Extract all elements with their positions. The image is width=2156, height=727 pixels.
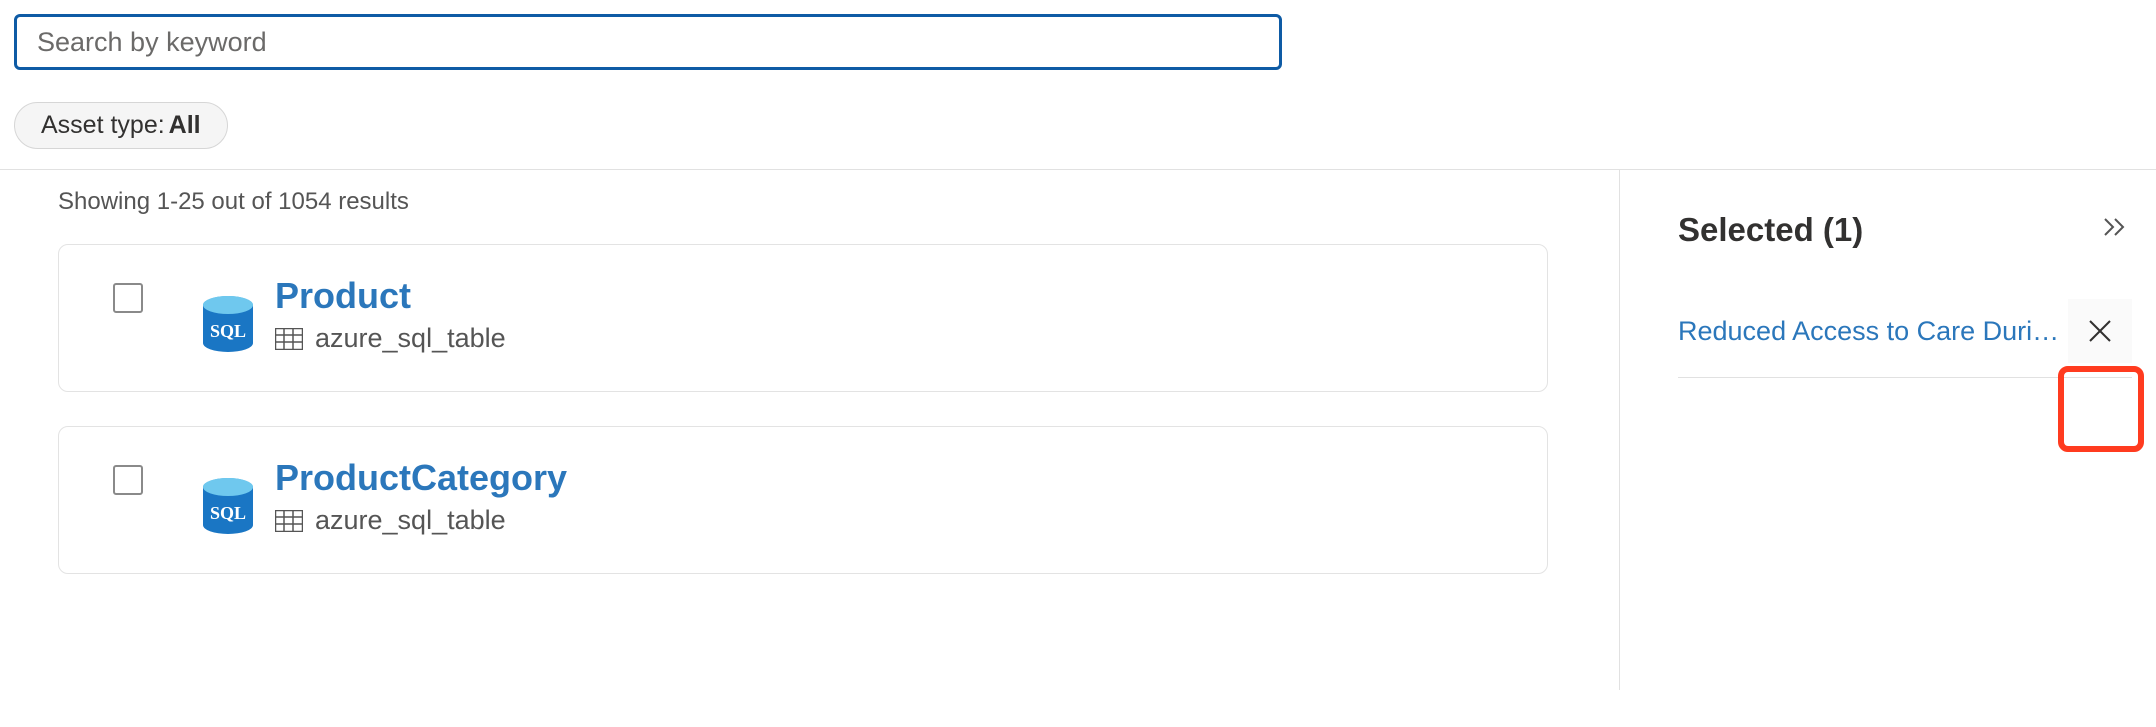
result-type: azure_sql_table [315,505,506,536]
result-title[interactable]: ProductCategory [275,457,1517,499]
result-card[interactable]: SQL Product azure_sql_table [58,244,1548,392]
results-column: Showing 1-25 out of 1054 results SQL Pro… [0,170,1620,690]
selected-item-link[interactable]: Reduced Access to Care Durin... [1678,316,2068,347]
table-icon [275,328,303,350]
filter-label: Asset type: [41,111,165,140]
filter-value: All [169,111,201,140]
result-card[interactable]: SQL ProductCategory azure_s [58,426,1548,574]
selected-item: Reduced Access to Care Durin... [1678,299,2132,378]
results-summary: Showing 1-25 out of 1054 results [58,188,1619,216]
svg-text:SQL: SQL [210,503,246,523]
remove-selected-button[interactable] [2068,299,2132,363]
result-title[interactable]: Product [275,275,1517,317]
sql-database-icon: SQL [201,477,255,539]
selected-title: Selected (1) [1678,211,1863,249]
table-icon [275,510,303,532]
search-input[interactable] [14,14,1282,70]
result-type: azure_sql_table [315,323,506,354]
asset-type-filter[interactable]: Asset type: All [14,102,228,149]
selected-panel: Selected (1) Reduced Access to Care Duri… [1620,170,2156,690]
close-icon [2087,318,2113,344]
chevron-double-right-icon[interactable] [2098,210,2132,249]
sql-database-icon: SQL [201,295,255,357]
svg-text:SQL: SQL [210,321,246,341]
result-checkbox[interactable] [113,465,143,495]
result-checkbox[interactable] [113,283,143,313]
